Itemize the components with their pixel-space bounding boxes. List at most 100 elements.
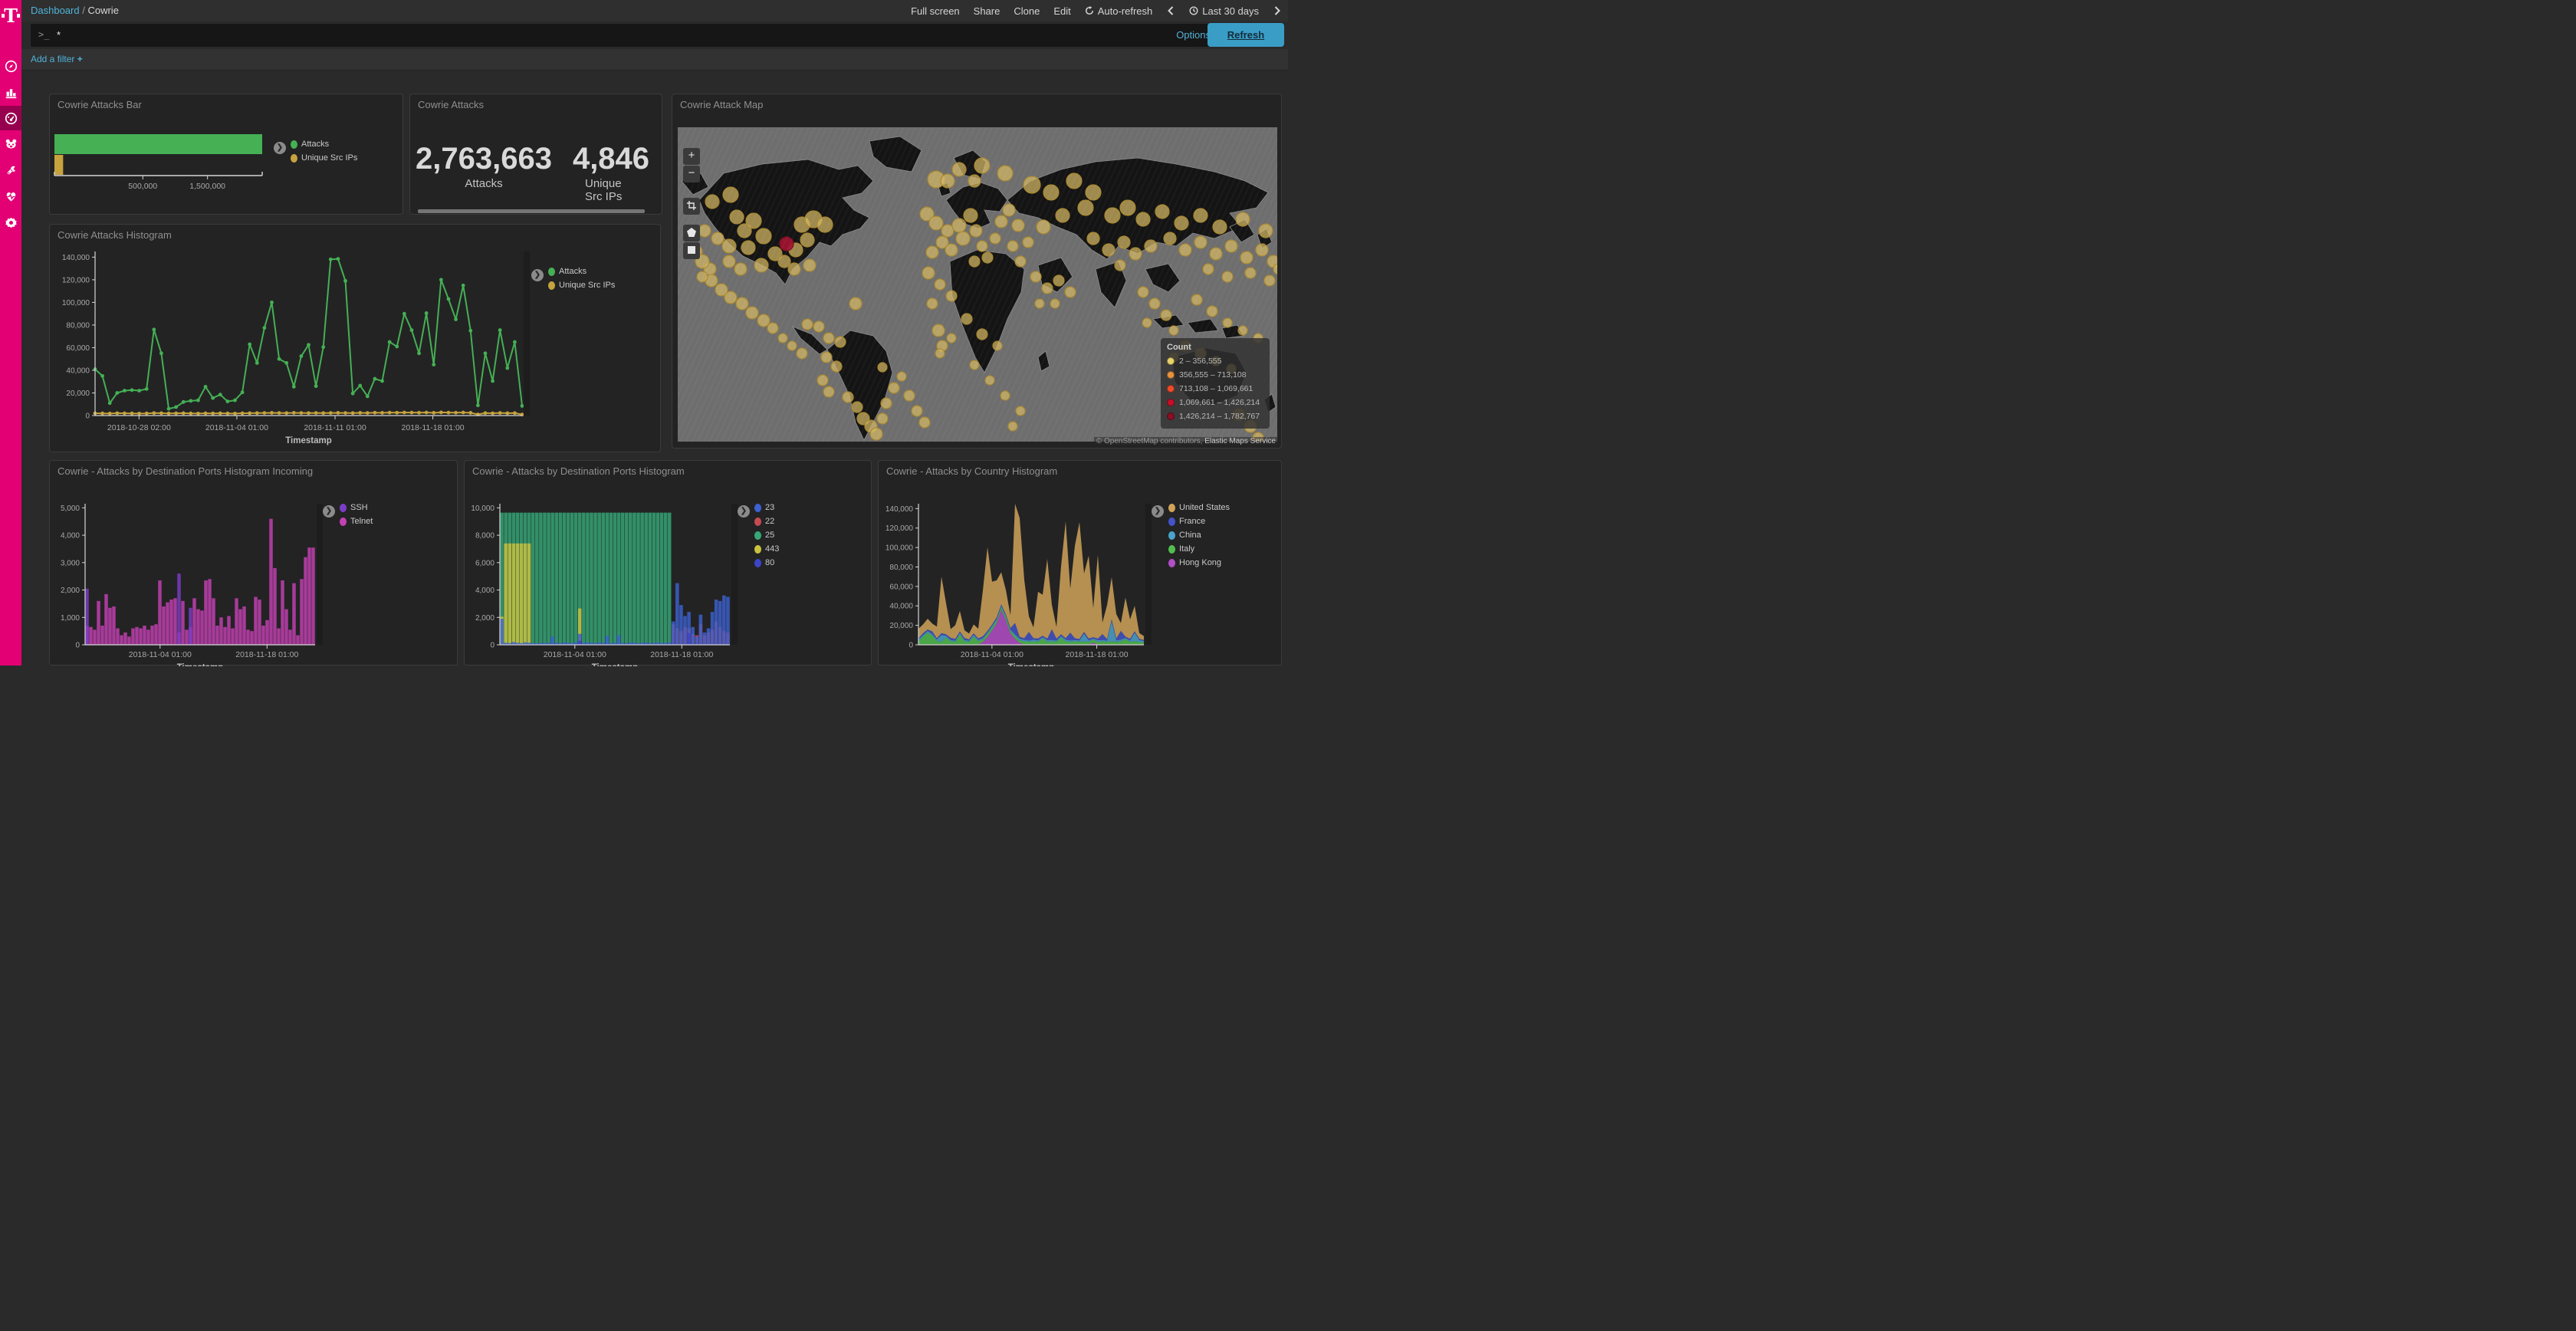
- breadcrumb-dashboard-link[interactable]: Dashboard: [31, 5, 80, 16]
- wrench-icon: [5, 164, 18, 177]
- country-chart[interactable]: 020,00040,00060,00080,000100,000120,0001…: [879, 461, 1283, 666]
- clock-icon: [1189, 6, 1198, 15]
- sidebar-item-dev-tools[interactable]: [0, 158, 21, 182]
- sidebar-item-dashboard[interactable]: [0, 106, 21, 130]
- map-legend-dot: [1167, 357, 1175, 365]
- time-forward-button[interactable]: [1273, 6, 1282, 15]
- map-zoom-out-button[interactable]: −: [683, 166, 700, 182]
- auto-refresh-button[interactable]: Auto-refresh: [1085, 5, 1153, 17]
- gauge-icon: [5, 112, 18, 125]
- map-draw-polygon-button[interactable]: [683, 225, 700, 242]
- svg-text:2018-11-04 01:00: 2018-11-04 01:00: [129, 650, 192, 659]
- legend-item-hong-kong[interactable]: Hong Kong: [1168, 558, 1221, 567]
- legend-toggle[interactable]: ❯: [274, 142, 286, 154]
- map-zoom-in-button[interactable]: +: [683, 148, 700, 165]
- legend-toggle[interactable]: ❯: [738, 505, 750, 518]
- svg-text:500,000: 500,000: [128, 182, 157, 191]
- share-button[interactable]: Share: [974, 5, 1001, 17]
- time-back-button[interactable]: [1166, 6, 1175, 15]
- legend-item-unique-src-ips[interactable]: Unique Src IPs: [548, 281, 615, 290]
- ports-incoming-chart[interactable]: 01,0002,0003,0004,0005,0002018-11-04 01:…: [50, 461, 458, 666]
- svg-text:80,000: 80,000: [889, 564, 913, 572]
- map-legend-row: 356,555 – 713,108: [1167, 368, 1263, 382]
- time-range-picker[interactable]: Last 30 days: [1189, 5, 1259, 17]
- legend-item-443[interactable]: 443: [754, 544, 779, 554]
- svg-text:80,000: 80,000: [66, 321, 90, 330]
- legend-item-united-states[interactable]: United States: [1168, 503, 1230, 512]
- attacks-histogram-chart[interactable]: 020,00040,00060,00080,000100,000120,0001…: [50, 225, 662, 453]
- legend-item-telnet[interactable]: Telnet: [340, 517, 373, 526]
- elastic-maps-attribution[interactable]: Elastic Maps Service: [1204, 437, 1276, 445]
- legend-item-attacks[interactable]: Attacks: [291, 140, 329, 149]
- sidebar-item-monitoring[interactable]: [0, 184, 21, 209]
- legend-item-25[interactable]: 25: [754, 531, 774, 540]
- svg-text:2018-11-04 01:00: 2018-11-04 01:00: [544, 650, 606, 659]
- legend-item-china[interactable]: China: [1168, 531, 1201, 540]
- search-input[interactable]: >_ * Options: [31, 24, 1221, 47]
- legend-toggle[interactable]: ❯: [1152, 505, 1164, 518]
- gear-icon: [5, 216, 18, 229]
- tmobile-logo[interactable]: T: [0, 3, 21, 31]
- panel-cowrie-attacks-metric: Cowrie Attacks 2,763,663Attacks4,846Uniq…: [409, 94, 662, 215]
- ports-chart[interactable]: 02,0004,0006,0008,00010,0002018-11-04 01…: [465, 461, 872, 666]
- svg-text:2018-11-04 01:00: 2018-11-04 01:00: [961, 650, 1024, 659]
- full-screen-button[interactable]: Full screen: [911, 5, 960, 17]
- map-draw-rectangle-button[interactable]: [683, 242, 700, 259]
- svg-text:140,000: 140,000: [886, 505, 914, 514]
- map-legend-row: 1,069,661 – 1,426,214: [1167, 396, 1263, 409]
- heartbeat-icon: [5, 190, 18, 203]
- map-fit-data-button[interactable]: [683, 198, 700, 215]
- legend-color-dot: [548, 268, 555, 276]
- legend-item-italy[interactable]: Italy: [1168, 544, 1194, 554]
- legend-color-dot: [340, 518, 347, 526]
- query-value: *: [57, 29, 61, 41]
- osm-attribution[interactable]: © OpenStreetMap contributors,: [1096, 437, 1204, 445]
- svg-text:4,000: 4,000: [475, 587, 495, 595]
- legend-color-dot: [1168, 559, 1175, 567]
- map-attribution: © OpenStreetMap contributors, Elastic Ma…: [1094, 437, 1278, 445]
- svg-text:20,000: 20,000: [889, 622, 913, 630]
- sidebar-item-visualize[interactable]: [0, 80, 21, 104]
- legend-item-22[interactable]: 22: [754, 517, 774, 526]
- svg-text:0: 0: [85, 412, 90, 421]
- legend-toggle[interactable]: ❯: [323, 505, 335, 518]
- sidebar-item-discover[interactable]: [0, 54, 21, 78]
- add-filter-link[interactable]: Add a filter +: [31, 54, 83, 64]
- clone-button[interactable]: Clone: [1014, 5, 1040, 17]
- chevron-left-icon: [1166, 6, 1175, 15]
- svg-text:2018-11-18 01:00: 2018-11-18 01:00: [235, 650, 298, 659]
- legend-item-unique-src-ips[interactable]: Unique Src IPs: [291, 153, 357, 163]
- options-link[interactable]: Options: [1176, 29, 1211, 41]
- horizontal-scrollbar[interactable]: [418, 209, 645, 213]
- svg-text:Timestamp: Timestamp: [177, 663, 224, 666]
- svg-text:2018-11-11 01:00: 2018-11-11 01:00: [304, 423, 366, 432]
- app-sidebar: T: [0, 0, 21, 666]
- legend-toggle[interactable]: ❯: [531, 269, 544, 281]
- sidebar-item-timelion[interactable]: [0, 132, 21, 156]
- svg-text:2018-11-18 01:00: 2018-11-18 01:00: [650, 650, 713, 659]
- legend-item-23[interactable]: 23: [754, 503, 774, 512]
- legend-color-dot: [754, 559, 761, 567]
- edit-button[interactable]: Edit: [1053, 5, 1070, 17]
- svg-text:120,000: 120,000: [886, 524, 914, 533]
- polygon-icon: [687, 228, 696, 237]
- bear-icon: [5, 138, 18, 151]
- svg-text:2,000: 2,000: [61, 587, 80, 595]
- legend-label: 22: [765, 517, 774, 526]
- legend-item-attacks[interactable]: Attacks: [548, 267, 586, 276]
- legend-item-80[interactable]: 80: [754, 558, 774, 567]
- legend-item-ssh[interactable]: SSH: [340, 503, 368, 512]
- refresh-button[interactable]: Refresh: [1208, 23, 1284, 47]
- map-legend-label: 713,108 – 1,069,661: [1179, 384, 1253, 393]
- breadcrumb-current: Cowrie: [87, 5, 118, 16]
- plus-icon: +: [77, 54, 83, 64]
- svg-text:40,000: 40,000: [66, 366, 90, 375]
- svg-text:Timestamp: Timestamp: [1008, 663, 1055, 666]
- crop-icon: [687, 201, 696, 210]
- legend-item-france[interactable]: France: [1168, 517, 1205, 526]
- svg-text:0: 0: [75, 642, 80, 650]
- map-count-legend: Count 2 – 356,555356,555 – 713,108713,10…: [1161, 338, 1270, 429]
- svg-text:0: 0: [490, 642, 495, 650]
- sidebar-item-management[interactable]: [0, 210, 21, 235]
- metric-label: Unique Src IPs: [585, 177, 637, 203]
